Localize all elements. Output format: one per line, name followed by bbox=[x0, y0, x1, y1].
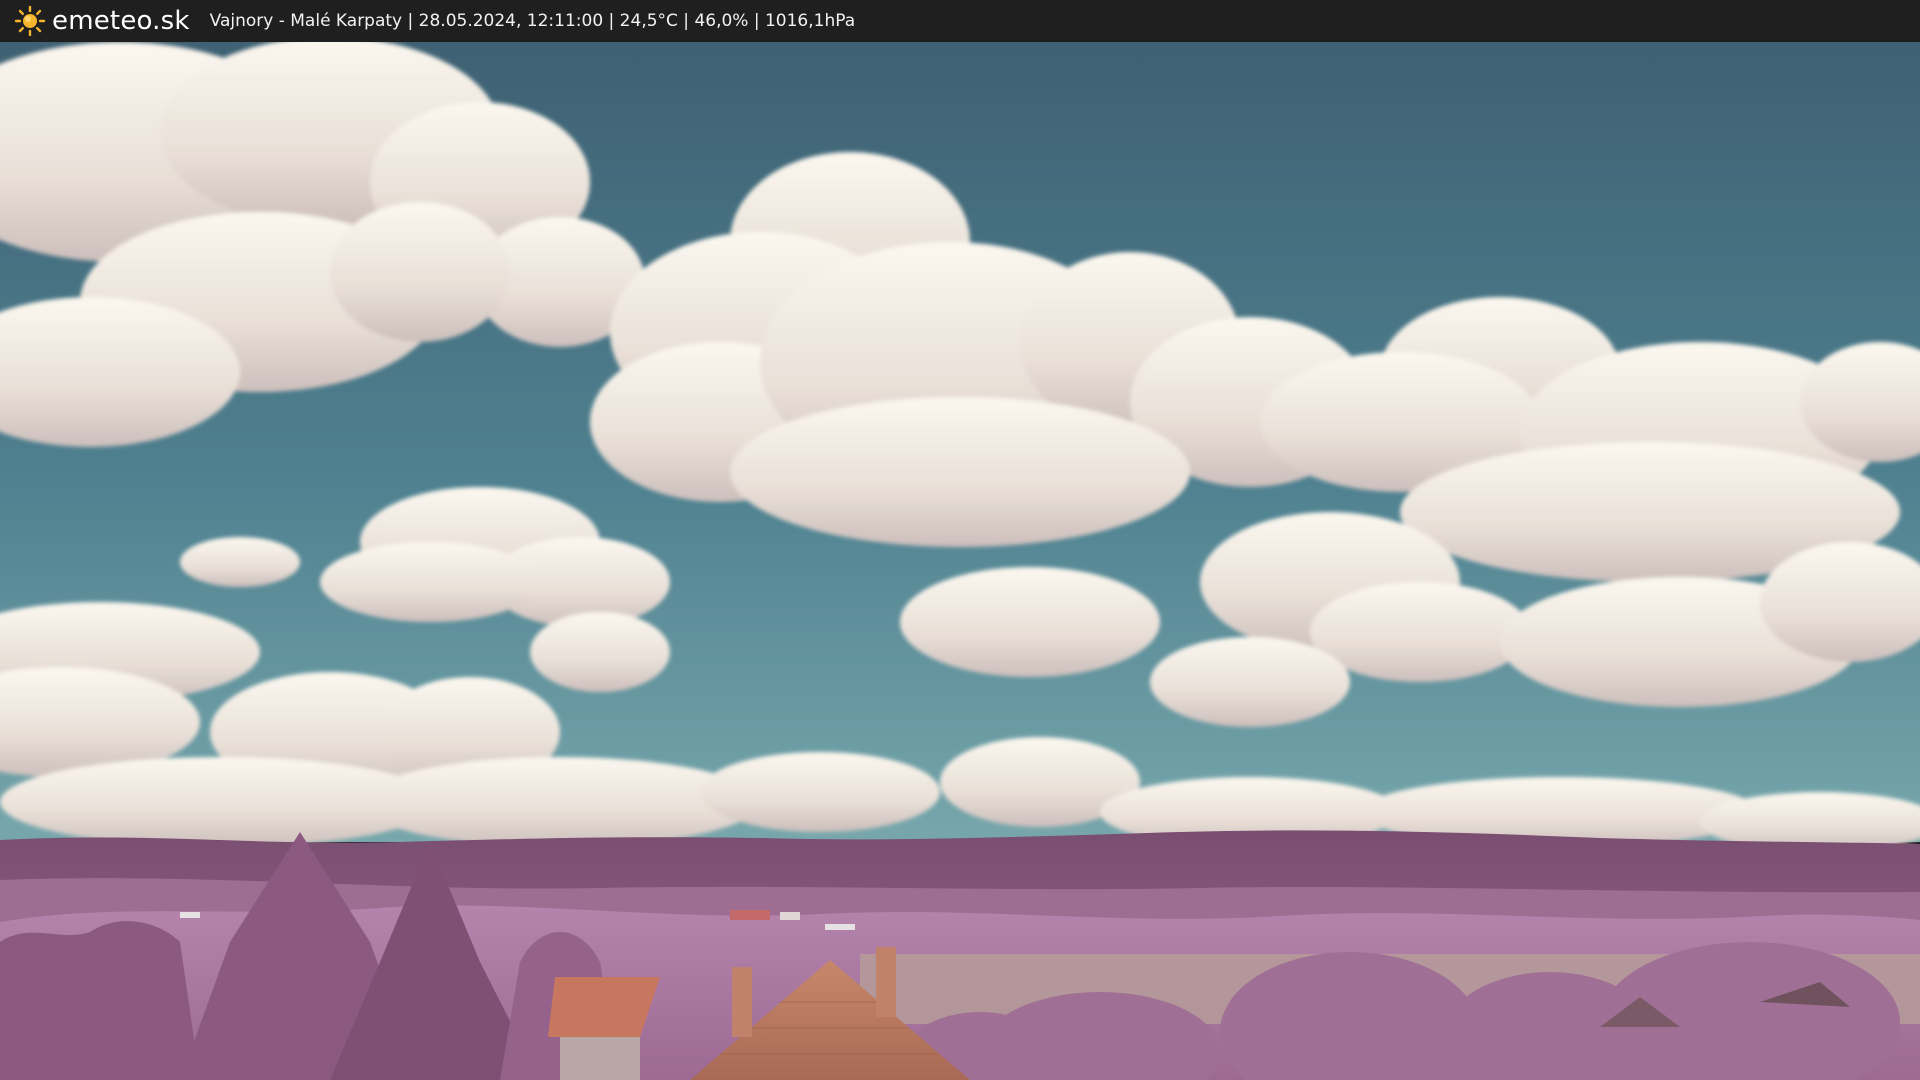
brand-name: emeteo.sk bbox=[52, 6, 190, 36]
chimney-right bbox=[876, 947, 896, 1017]
sun-icon bbox=[14, 5, 46, 37]
header-bar: emeteo.sk Vajnory - Malé Karpaty | 28.05… bbox=[0, 0, 1920, 42]
weather-status-text: Vajnory - Malé Karpaty | 28.05.2024, 12:… bbox=[209, 11, 856, 31]
chimney-left bbox=[732, 967, 752, 1037]
webcam-image bbox=[0, 42, 1920, 1080]
landscape-scene bbox=[0, 42, 1920, 1080]
site-logo[interactable]: emeteo.sk bbox=[14, 5, 190, 37]
webcam-frame: emeteo.sk Vajnory - Malé Karpaty | 28.05… bbox=[0, 0, 1920, 1080]
